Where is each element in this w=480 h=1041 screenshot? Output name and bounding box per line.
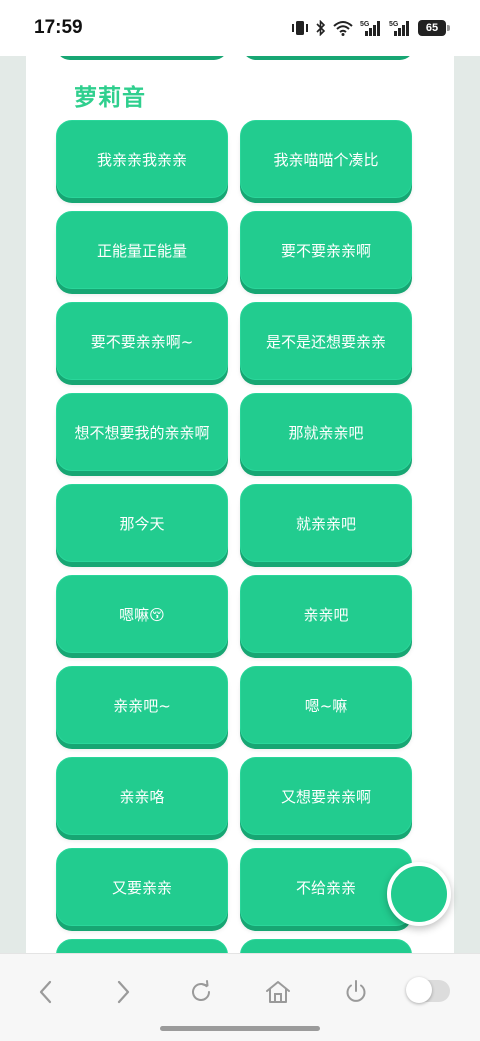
- bluetooth-icon: [316, 20, 326, 36]
- sound-button[interactable]: 我亲喵喵个凑比: [240, 120, 412, 198]
- home-button[interactable]: [258, 972, 298, 1012]
- refresh-button[interactable]: [181, 972, 221, 1012]
- status-icons: 5G 5G 65: [291, 19, 450, 37]
- signal-label-2: 5G: [389, 21, 399, 28]
- signal-label-1: 5G: [360, 21, 370, 28]
- refresh-icon: [192, 980, 210, 1001]
- sound-button[interactable]: 亲亲吧: [240, 575, 412, 653]
- sound-button[interactable]: 又要亲亲: [56, 848, 228, 926]
- previous-section-row: [56, 56, 426, 58]
- sound-button[interactable]: 想不想要我的亲亲啊: [56, 393, 228, 471]
- back-button[interactable]: [26, 972, 66, 1012]
- toggle-knob: [406, 977, 432, 1003]
- sound-board: 萝莉音 我亲亲我亲亲 我亲喵喵个凑比 正能量正能量 要不要亲亲啊 要不要亲亲啊~…: [26, 56, 454, 953]
- sound-button-grid: 我亲亲我亲亲 我亲喵喵个凑比 正能量正能量 要不要亲亲啊 要不要亲亲啊~ 是不是…: [56, 120, 414, 953]
- sound-button[interactable]: 不给亲亲: [240, 848, 412, 926]
- power-icon: [346, 980, 366, 1002]
- home-icon: [266, 981, 290, 1003]
- sound-button[interactable]: [240, 939, 412, 953]
- section-title: 萝莉音: [74, 84, 146, 110]
- sound-button[interactable]: 我亲亲我亲亲: [56, 120, 228, 198]
- sound-button[interactable]: 嗯~嘛: [240, 666, 412, 744]
- signal-5g-icon: 5G: [360, 21, 380, 36]
- forward-icon: [117, 980, 130, 1004]
- battery-level: 65: [425, 22, 439, 34]
- sound-button[interactable]: 亲亲吧~: [56, 666, 228, 744]
- home-indicator[interactable]: [160, 1026, 320, 1031]
- sound-button[interactable]: 那就亲亲吧: [240, 393, 412, 471]
- forward-button[interactable]: [103, 972, 143, 1012]
- toggle-switch[interactable]: [406, 977, 450, 1003]
- status-time: 17:59: [34, 17, 83, 38]
- sound-button[interactable]: 亲亲咯: [56, 757, 228, 835]
- sound-button[interactable]: [56, 939, 228, 953]
- sound-button[interactable]: 就亲亲吧: [240, 484, 412, 562]
- sound-button[interactable]: 那今天: [56, 484, 228, 562]
- sound-button[interactable]: 是不是还想要亲亲: [240, 302, 412, 380]
- wifi-icon: [333, 21, 353, 36]
- sound-button[interactable]: 要不要亲亲啊~: [56, 302, 228, 380]
- sound-button[interactable]: 正能量正能量: [56, 211, 228, 289]
- sound-button[interactable]: 又想要亲亲啊: [240, 757, 412, 835]
- power-button[interactable]: [336, 972, 376, 1012]
- battery-icon: 65: [418, 20, 450, 36]
- signal-5g-icon-2: 5G: [389, 21, 409, 36]
- vibrate-icon: [292, 21, 308, 35]
- back-icon: [39, 980, 52, 1004]
- status-bar: 17:59 5G 5G 65: [0, 0, 480, 56]
- bottom-navigation-bar: [0, 953, 480, 1041]
- sound-button[interactable]: 嗯嘛😚: [56, 575, 228, 653]
- floating-action-button[interactable]: [387, 862, 451, 926]
- sound-button[interactable]: 要不要亲亲啊: [240, 211, 412, 289]
